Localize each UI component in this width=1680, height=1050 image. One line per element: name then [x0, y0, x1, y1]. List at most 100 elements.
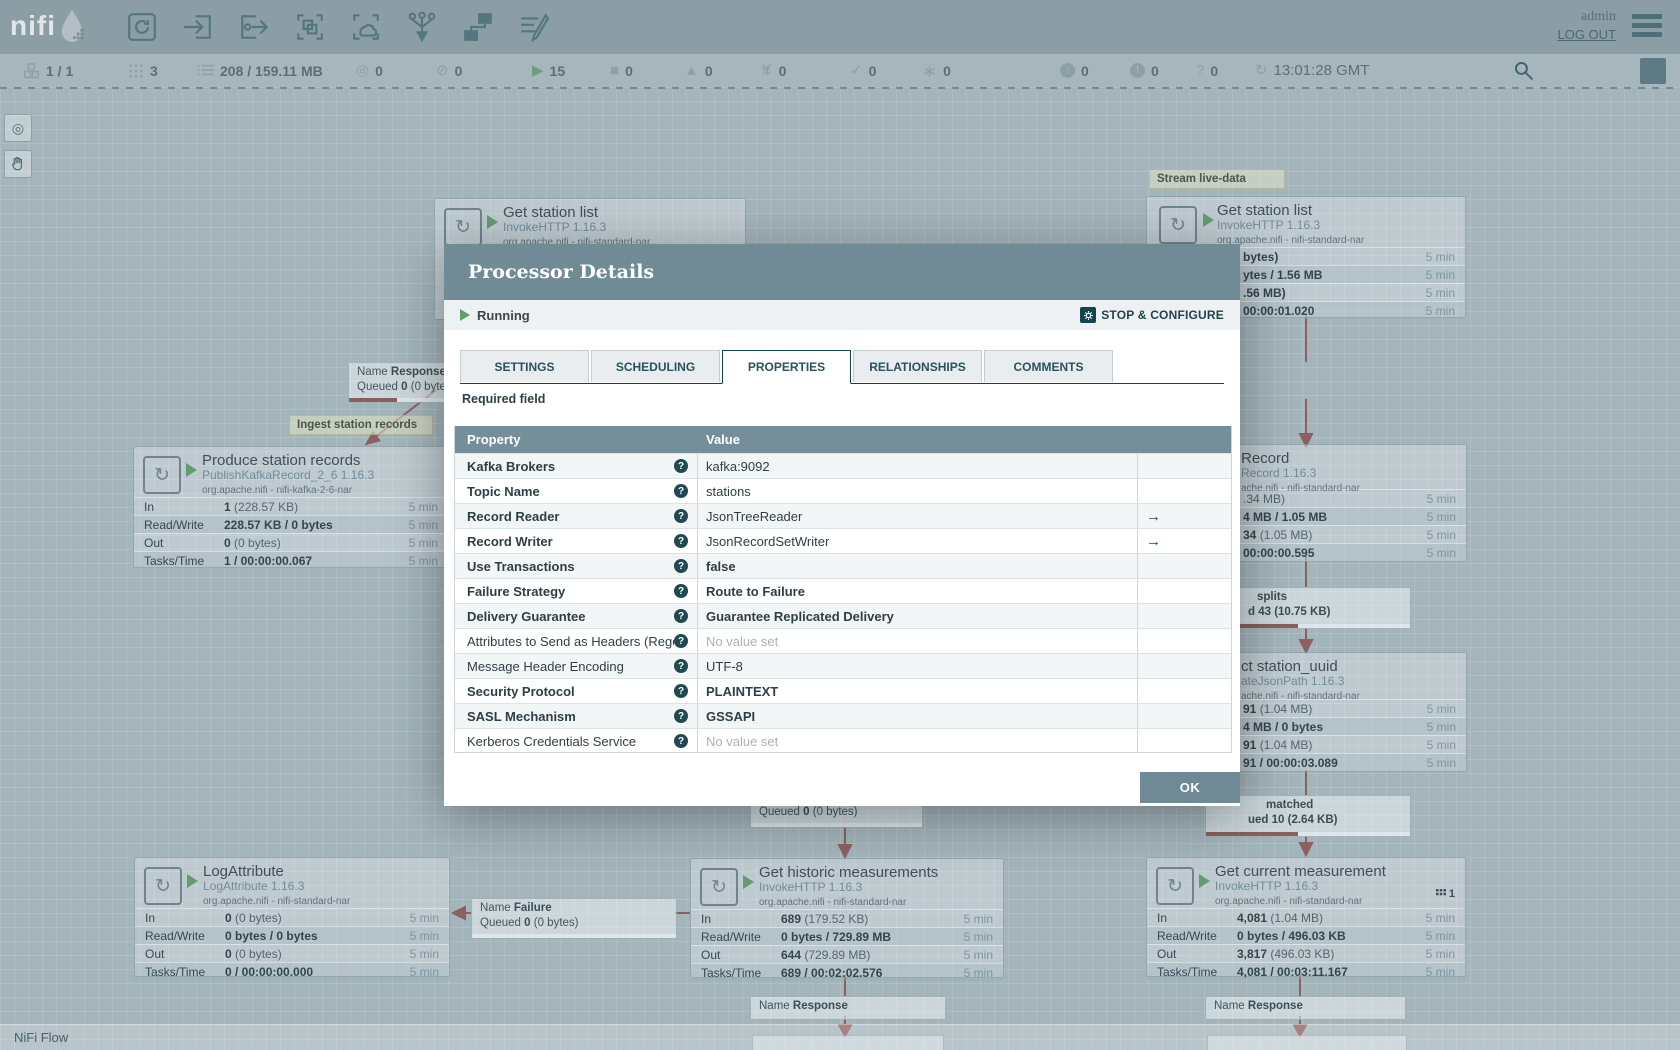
label-text: Ingest station records [297, 419, 418, 431]
processor-title: Record [1241, 450, 1290, 467]
processor-log-attribute[interactable]: ↻ LogAttribute LogAttribute 1.16.3 org.a… [134, 857, 450, 980]
gear-icon [1080, 307, 1097, 323]
dialog-status-row: Running STOP & CONFIGURE [444, 300, 1240, 330]
dialog-tabs: SETTINGS SCHEDULING PROPERTIES RELATIONS… [460, 350, 1224, 384]
last-refresh[interactable]: ↻ 13:01:28 GMT [1255, 54, 1369, 87]
cluster-icon [23, 62, 39, 78]
modified-stale-count: ! 0 [1130, 54, 1159, 87]
search-button[interactable] [1512, 59, 1534, 86]
processor-get-current-measurement[interactable]: ↻ Get current measurement InvokeHTTP 1.1… [1146, 857, 1466, 980]
app-header: nifi admin LOG OUT [0, 0, 1680, 54]
tab-properties[interactable]: PROPERTIES [722, 350, 851, 384]
help-icon[interactable]: ? [674, 584, 688, 598]
input-port-toolbar-icon[interactable] [182, 11, 214, 43]
table-row[interactable]: Attributes to Send as Headers (Regex)? No… [455, 628, 1231, 653]
value-column-header: Value [706, 432, 740, 447]
table-row[interactable]: Record Reader? JsonTreeReader → [455, 503, 1231, 528]
running-icon: ▶ [532, 62, 544, 79]
droplet-icon [61, 10, 84, 42]
processor-produce-station-records[interactable]: ↻ Produce station records PublishKafkaRe… [133, 446, 449, 569]
processor-title: Get station list [503, 204, 599, 221]
cluster-status: 1 / 1 [22, 54, 73, 87]
canvas-label-stream-live-data[interactable]: Stream live-data [1149, 169, 1285, 189]
ok-button[interactable]: OK [1140, 772, 1240, 803]
disabled-icon: ↯̸ [760, 62, 773, 79]
table-row[interactable]: Topic Name? stations [455, 478, 1231, 503]
label-text: Stream live-data [1157, 173, 1246, 185]
transmitting-status: ◎ 0 [356, 62, 383, 79]
output-port-toolbar-icon[interactable] [238, 11, 270, 43]
table-row[interactable]: Security Protocol? PLAINTEXT [455, 678, 1231, 703]
stale-count: ↑ 0 [1060, 54, 1089, 87]
funnel-toolbar-icon[interactable] [406, 11, 438, 43]
help-icon[interactable]: ? [674, 459, 688, 473]
table-row[interactable]: Kafka Brokers? kafka:9092 [455, 453, 1231, 478]
processor-bundle: org.apache.nifi - nifi-kafka-2-6-nar [202, 485, 353, 496]
properties-table: Property Value Kafka Brokers? kafka:9092 … [454, 426, 1232, 753]
table-row[interactable]: Use Transactions? false [455, 553, 1231, 578]
process-group-toolbar-icon[interactable] [294, 11, 326, 43]
sync-failure-count: ? 0 [1196, 62, 1219, 79]
global-menu-icon[interactable] [1632, 14, 1662, 41]
help-icon[interactable]: ? [674, 634, 688, 648]
remote-process-group-toolbar-icon[interactable] [350, 11, 382, 43]
table-row[interactable]: SASL Mechanism? GSSAPI [455, 703, 1231, 728]
processor-type: InvokeHTTP 1.16.3 [503, 220, 607, 234]
active-threads: 3 [128, 54, 158, 87]
help-icon[interactable]: ? [674, 509, 688, 523]
queued-icon [197, 64, 214, 75]
connection-label-response-bottom-right[interactable]: Name Response [1205, 996, 1406, 1020]
help-icon[interactable]: ? [674, 534, 688, 548]
canvas-tool-button-1[interactable]: ◎ [4, 114, 32, 142]
connection-label-failure[interactable]: Name Failure Queued 0 (0 bytes) [471, 898, 677, 939]
warning-icon: ▲ [684, 62, 699, 79]
refresh-icon: ↻ [1255, 62, 1268, 79]
processor-toolbar-icon[interactable] [126, 11, 158, 43]
table-row[interactable]: Record Writer? JsonRecordSetWriter → [455, 528, 1231, 553]
help-icon[interactable]: ? [674, 559, 688, 573]
go-to-service-icon[interactable]: → [1146, 508, 1161, 525]
running-icon [460, 309, 470, 321]
table-row[interactable]: Delivery Guarantee? Guarantee Replicated … [455, 603, 1231, 628]
processor-icon: ↻ [700, 868, 738, 906]
connection-label-response-bottom-mid[interactable]: Name Response [750, 996, 946, 1020]
processor-icon: ↻ [1156, 867, 1194, 905]
stop-and-configure-button[interactable]: STOP & CONFIGURE [1080, 307, 1224, 323]
running-icon [187, 874, 198, 888]
template-toolbar-icon[interactable] [462, 11, 494, 43]
disabled-count: ↯̸ 0 [760, 62, 787, 79]
table-row[interactable]: Message Header Encoding? UTF-8 [455, 653, 1231, 678]
processor-bundle: org.apache.nifi - nifi-standard-nar [759, 897, 907, 908]
processor-type: PublishKafkaRecord_2_6 1.16.3 [202, 468, 375, 482]
queue-progress [472, 934, 676, 938]
table-row[interactable]: Kerberos Credentials Service? No value se… [455, 728, 1231, 752]
help-icon[interactable]: ? [674, 709, 688, 723]
running-icon [1199, 874, 1210, 888]
breadcrumb-bar: NiFi Flow [0, 1024, 1680, 1050]
property-column-header: Property [467, 432, 521, 447]
tab-settings[interactable]: SETTINGS [460, 350, 589, 382]
table-row[interactable]: Failure Strategy? Route to Failure [455, 578, 1231, 603]
tab-comments[interactable]: COMMENTS [984, 350, 1113, 382]
queue-progress [751, 823, 922, 827]
canvas-tool-button-2[interactable] [4, 150, 32, 178]
dialog-header: Processor Details [444, 244, 1240, 300]
breadcrumb[interactable]: NiFi Flow [14, 1030, 68, 1045]
help-icon[interactable]: ? [674, 684, 688, 698]
label-toolbar-icon[interactable] [518, 11, 550, 43]
canvas-label-ingest-station-records[interactable]: Ingest station records [289, 415, 433, 435]
help-icon[interactable]: ? [674, 609, 688, 623]
threads-icon [129, 63, 143, 78]
bulletin-panel-button[interactable] [1640, 58, 1666, 84]
processor-icon: ↻ [144, 867, 182, 905]
help-icon[interactable]: ? [674, 484, 688, 498]
processor-get-historic-measurements[interactable]: ↻ Get historic measurements InvokeHTTP 1… [690, 858, 1004, 981]
help-icon[interactable]: ? [674, 734, 688, 748]
go-to-service-icon[interactable]: → [1146, 533, 1161, 550]
processor-type: Record 1.16.3 [1241, 466, 1317, 480]
logout-link[interactable]: LOG OUT [1557, 26, 1616, 44]
tab-relationships[interactable]: RELATIONSHIPS [853, 350, 982, 382]
check-icon: ✓ [850, 62, 863, 79]
help-icon[interactable]: ? [674, 659, 688, 673]
tab-scheduling[interactable]: SCHEDULING [591, 350, 720, 382]
